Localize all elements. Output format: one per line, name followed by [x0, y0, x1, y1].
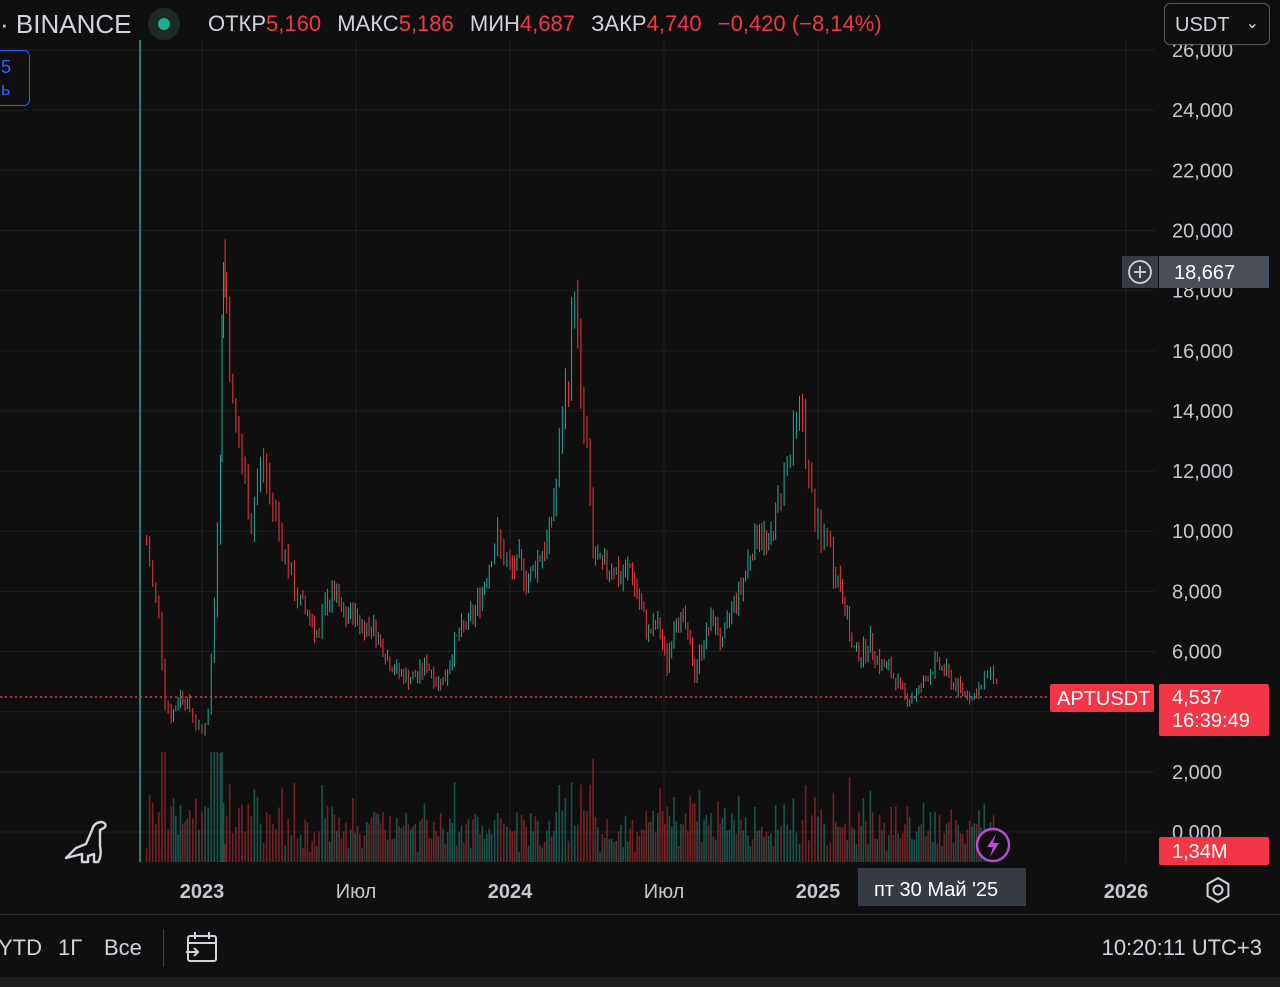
low-value: 4,687 [519, 11, 575, 36]
legend-line-1: 5 [1, 57, 12, 77]
market-open-dot-icon [158, 18, 170, 30]
indicator-legend-box[interactable]: 5 ь [0, 50, 30, 106]
currency-select[interactable]: USDT ⌄ [1164, 3, 1270, 45]
range-ytd-button[interactable]: YTD [0, 935, 42, 961]
crosshair-price-tag: 18,667 [1122, 256, 1269, 288]
ohlc-values: ОТКР5,160 МАКС5,186 МИН4,687 ЗАКР4,740 −… [208, 11, 882, 37]
lightning-icon[interactable] [975, 827, 1011, 863]
price-tick-label: 6,000 [1172, 642, 1222, 664]
high-label: МАКС [337, 11, 399, 36]
volume-value: 1,34M [1172, 841, 1228, 863]
price-tick-label: 16,000 [1172, 341, 1233, 363]
volume-tag: 1,34M [1159, 837, 1269, 865]
price-tick-label: 8,000 [1172, 581, 1222, 603]
crosshair-date: пт 30 Май '25 [874, 879, 998, 901]
price-tick-label: 24,000 [1172, 100, 1233, 122]
price-tick-label: 20,000 [1172, 220, 1233, 242]
crosshair-price: 18,667 [1174, 262, 1235, 284]
legend-line-2: ь [1, 79, 11, 99]
close-label: ЗАКР [591, 11, 647, 36]
time-tick-label: Июл [644, 881, 685, 903]
exchange-name: · BINANCE [0, 9, 132, 39]
calendar-goto-icon[interactable] [184, 931, 220, 965]
time-tick-label: 2026 [1104, 881, 1149, 903]
open-label: ОТКР [208, 11, 267, 36]
chevron-down-icon: ⌄ [1245, 15, 1259, 32]
market-status-indicator[interactable] [148, 8, 180, 40]
range-1y-button[interactable]: 1Г [58, 935, 82, 961]
change-value: −0,420 (−8,14%) [717, 11, 882, 36]
timezone-clock[interactable]: 10:20:11 UTC+3 [1102, 935, 1262, 961]
close-value: 4,740 [646, 11, 702, 36]
bar-countdown: 16:39:49 [1172, 710, 1250, 732]
range-all-button[interactable]: Все [104, 935, 142, 961]
price-chart[interactable]: 26,00024,00022,00020,00018,00016,00014,0… [0, 0, 1280, 914]
price-tick-label: 12,000 [1172, 461, 1233, 483]
price-tick-label: 14,000 [1172, 401, 1233, 423]
symbol-label: APTUSDT [1057, 688, 1150, 710]
last-price: 4,537 [1172, 687, 1222, 709]
price-tick-label: 22,000 [1172, 160, 1233, 182]
time-tick-label: 2023 [180, 881, 225, 903]
price-tick-label: 10,000 [1172, 521, 1233, 543]
open-value: 5,160 [266, 11, 322, 36]
crosshair-date-tag: пт 30 Май '25 [858, 868, 1026, 906]
time-tick-label: 2025 [796, 881, 841, 903]
chart-background [0, 0, 1280, 914]
toolbar-divider [163, 929, 164, 967]
price-tick-label: 2,000 [1172, 762, 1222, 784]
low-label: МИН [469, 11, 520, 36]
chart-legend-header: · BINANCE ОТКР5,160 МАКС5,186 МИН4,687 З… [0, 0, 1280, 50]
currency-value: USDT [1175, 14, 1230, 36]
high-value: 5,186 [398, 11, 454, 36]
time-tick-label: 2024 [488, 881, 533, 903]
time-tick-label: Июл [336, 881, 377, 903]
page-scrollbar[interactable] [0, 977, 1280, 987]
